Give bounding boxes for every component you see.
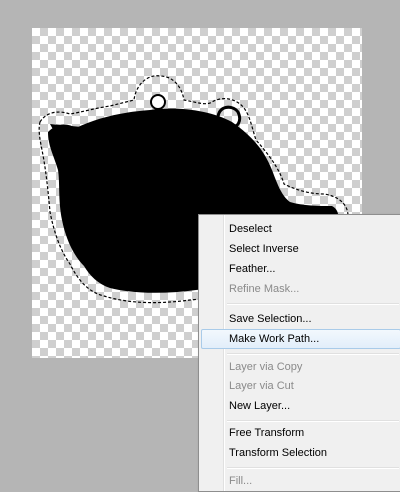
menu-item-save-selection[interactable]: Save Selection...: [201, 309, 400, 329]
context-menu: Deselect Select Inverse Feather... Refin…: [198, 214, 400, 492]
keyring-loop: [150, 94, 166, 110]
menu-separator: [227, 420, 399, 422]
menu-item-make-work-path[interactable]: Make Work Path...: [201, 329, 400, 349]
menu-separator: [227, 303, 399, 305]
menu-item-new-layer[interactable]: New Layer...: [201, 396, 400, 416]
menu-separator: [227, 467, 399, 469]
menu-item-fill[interactable]: Fill...: [201, 471, 400, 491]
menu-item-refine-mask[interactable]: Refine Mask...: [201, 279, 400, 299]
menu-item-feather[interactable]: Feather...: [201, 259, 400, 279]
menu-item-select-inverse[interactable]: Select Inverse: [201, 239, 400, 259]
menu-item-transform-selection[interactable]: Transform Selection: [201, 443, 400, 463]
menu-item-deselect[interactable]: Deselect: [201, 219, 400, 239]
menu-item-free-transform[interactable]: Free Transform: [201, 423, 400, 443]
menu-item-layer-via-copy[interactable]: Layer via Copy: [201, 357, 400, 377]
menu-separator: [227, 353, 399, 355]
menu-item-layer-via-cut[interactable]: Layer via Cut: [201, 376, 400, 396]
